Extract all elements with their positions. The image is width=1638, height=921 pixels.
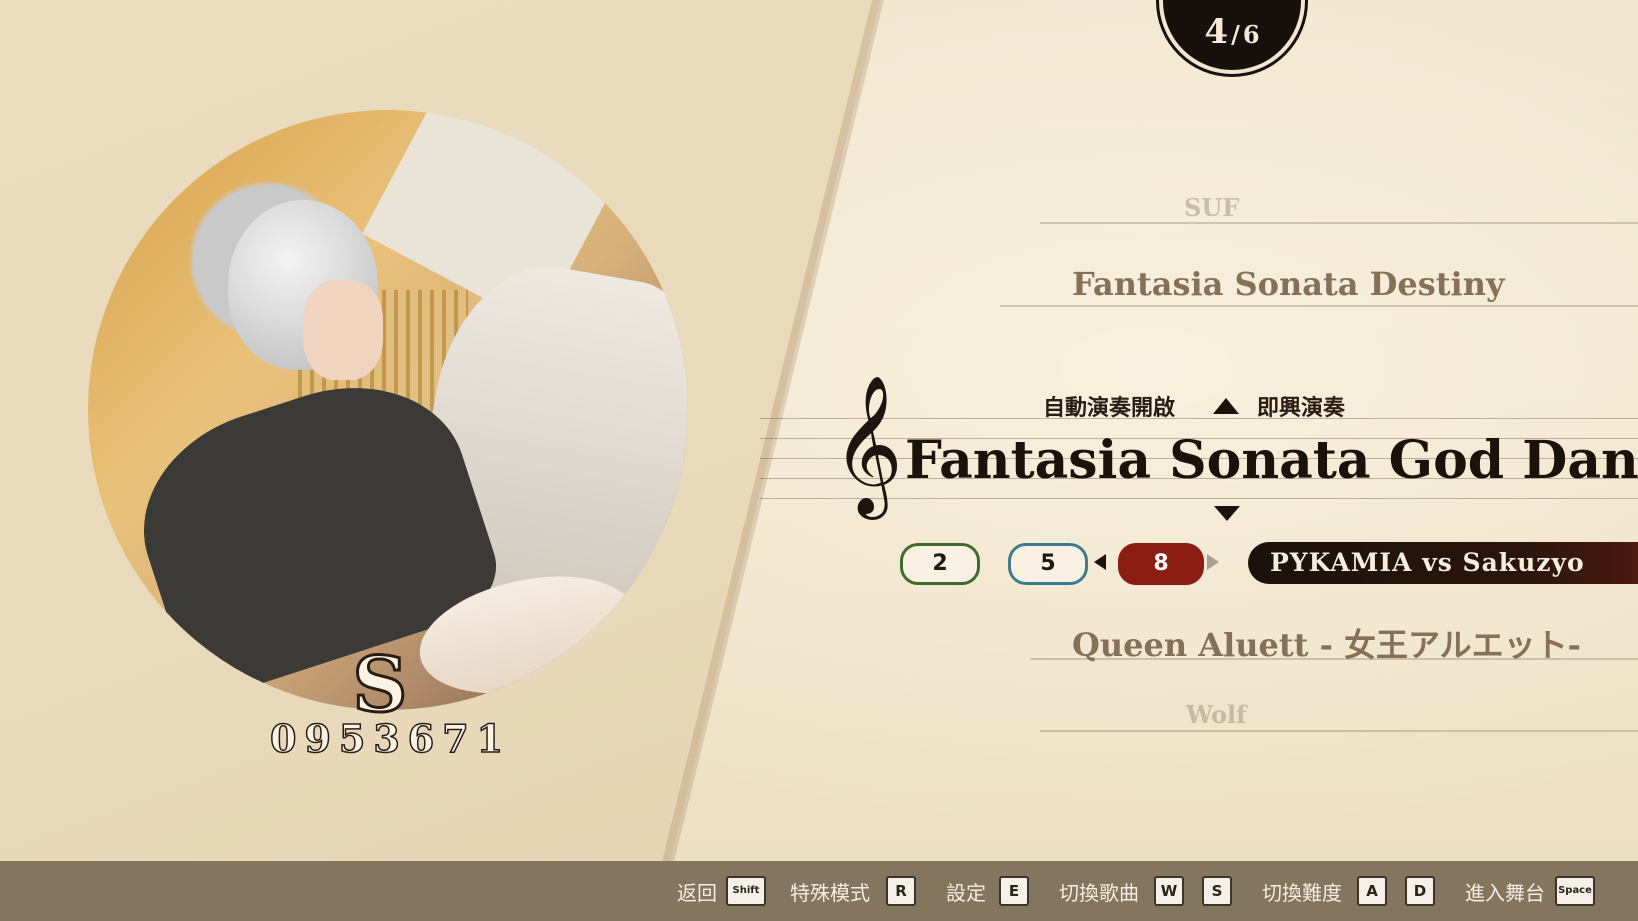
hint-switch-song-label: 切換歌曲: [1059, 881, 1139, 905]
difficulty-hard-selected[interactable]: 8: [1118, 543, 1204, 585]
key-r[interactable]: R: [886, 876, 916, 906]
arrow-left-icon[interactable]: [1094, 554, 1106, 570]
treble-clef-icon: 𝄞: [832, 375, 903, 514]
triangle-down-icon[interactable]: [1214, 506, 1240, 521]
artist-label: PYKAMIA vs Sakuzyo: [1248, 542, 1638, 584]
song-item-far-below[interactable]: Wolf: [1186, 700, 1246, 729]
song-item-near-above[interactable]: Fantasia Sonata Destiny: [1072, 265, 1505, 303]
arrow-right-icon[interactable]: [1207, 554, 1219, 570]
key-a[interactable]: A: [1357, 876, 1387, 906]
key-shift[interactable]: Shift: [726, 876, 766, 906]
song-item-near-below[interactable]: Queen Aluett - 女王アルエット-: [1072, 620, 1581, 666]
counter-current: 4: [1204, 12, 1229, 52]
difficulty-easy[interactable]: 2: [900, 543, 980, 585]
hint-settings-label: 設定: [946, 881, 986, 905]
hint-back-label: 返回: [677, 881, 717, 905]
triangle-up-icon[interactable]: [1213, 398, 1239, 414]
jacket-face: [303, 280, 383, 380]
auto-play-toggle[interactable]: 自動演奏開啟: [1043, 390, 1175, 422]
hint-special-mode-label: 特殊模式: [790, 881, 870, 905]
key-e[interactable]: E: [999, 876, 1029, 906]
hint-enter-stage-label: 進入舞台: [1465, 881, 1545, 905]
high-score: 0953671: [269, 715, 512, 762]
staff-line: [1040, 222, 1638, 224]
difficulty-normal[interactable]: 5: [1008, 543, 1088, 585]
key-w[interactable]: W: [1154, 876, 1184, 906]
hint-switch-difficulty-label: 切換難度: [1262, 881, 1342, 905]
key-space[interactable]: Space: [1555, 876, 1595, 906]
staff-line: [1000, 305, 1638, 307]
song-jacket-art: [88, 110, 688, 710]
current-song-title[interactable]: Fantasia Sonata God Dance: [905, 430, 1638, 491]
improvise-mode-toggle[interactable]: 即興演奏: [1257, 390, 1345, 422]
counter-separator: /: [1231, 20, 1240, 49]
key-s[interactable]: S: [1202, 876, 1232, 906]
staff-line: [1040, 730, 1638, 732]
counter-total: 6: [1242, 20, 1260, 49]
song-item-far-above[interactable]: SUF: [1184, 193, 1239, 222]
key-d[interactable]: D: [1405, 876, 1435, 906]
